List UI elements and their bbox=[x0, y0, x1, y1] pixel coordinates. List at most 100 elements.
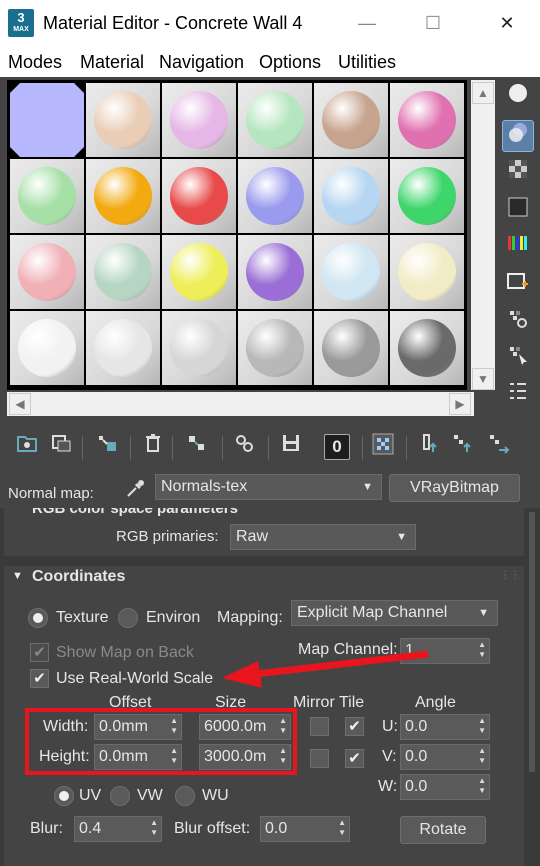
angle-v-spinner[interactable]: 0.0 ▲ ▼ bbox=[400, 744, 490, 770]
angle-w-spinner[interactable]: 0.0 ▲ ▼ bbox=[400, 774, 490, 800]
video-color-check-icon[interactable] bbox=[502, 232, 534, 264]
sample-type-sphere-icon[interactable] bbox=[502, 82, 534, 114]
sample-slot[interactable] bbox=[314, 235, 388, 309]
get-material-icon[interactable] bbox=[12, 432, 42, 462]
close-button[interactable]: ✕ bbox=[492, 8, 522, 38]
make-unique-icon[interactable] bbox=[182, 432, 212, 462]
spinner-arrows-icon[interactable]: ▲ ▼ bbox=[478, 746, 486, 766]
angle-u-spinner[interactable]: 0.0 ▲ ▼ bbox=[400, 714, 490, 740]
spinner-arrows-icon[interactable]: ▲ ▼ bbox=[478, 776, 486, 796]
sample-slot[interactable] bbox=[314, 159, 388, 233]
delete-icon[interactable] bbox=[138, 432, 168, 462]
sample-slot[interactable] bbox=[390, 235, 464, 309]
sample-slot[interactable] bbox=[238, 235, 312, 309]
collapse-arrow-icon[interactable]: ▼ bbox=[12, 570, 26, 584]
menu-options[interactable]: Options bbox=[259, 52, 321, 73]
eyedropper-icon[interactable] bbox=[124, 478, 146, 500]
sample-slot[interactable] bbox=[390, 159, 464, 233]
menu-material[interactable]: Material bbox=[80, 52, 144, 73]
minimize-button[interactable]: — bbox=[352, 8, 382, 38]
sample-slot[interactable] bbox=[86, 235, 160, 309]
width-tile-checkbox[interactable]: ✔ bbox=[345, 717, 364, 736]
height-mirror-checkbox[interactable] bbox=[310, 749, 329, 768]
scroll-left-button[interactable]: ◀ bbox=[9, 393, 31, 415]
sample-slot[interactable] bbox=[10, 235, 84, 309]
go-forward-to-sibling-icon[interactable] bbox=[484, 432, 514, 462]
options-icon[interactable] bbox=[502, 308, 534, 340]
environ-radio[interactable] bbox=[118, 608, 138, 628]
texture-radio[interactable] bbox=[28, 608, 48, 628]
scrollbar-thumb[interactable] bbox=[529, 512, 535, 772]
spinner-arrows-icon[interactable]: ▲ ▼ bbox=[150, 818, 158, 838]
sample-slot[interactable] bbox=[238, 159, 312, 233]
background-checker-icon[interactable] bbox=[502, 158, 534, 190]
sample-slot[interactable] bbox=[10, 311, 84, 385]
coordinates-header[interactable]: Coordinates bbox=[32, 568, 125, 586]
uv-radio[interactable] bbox=[54, 786, 74, 806]
menu-modes[interactable]: Modes bbox=[8, 52, 62, 73]
toolbar-separator bbox=[222, 436, 223, 460]
rollout-header-color-space[interactable]: RGB color space parameters bbox=[32, 508, 238, 517]
menu-utilities[interactable]: Utilities bbox=[338, 52, 396, 73]
assign-to-selection-icon[interactable] bbox=[92, 432, 122, 462]
sample-slot[interactable] bbox=[314, 83, 388, 157]
sample-slot[interactable] bbox=[86, 83, 160, 157]
sample-slot[interactable] bbox=[86, 159, 160, 233]
scroll-up-button[interactable]: ▲ bbox=[472, 82, 494, 104]
map-channel-spinner[interactable]: 1 ▲ ▼ bbox=[400, 638, 490, 664]
go-to-parent-icon[interactable] bbox=[448, 432, 478, 462]
rotate-button[interactable]: Rotate bbox=[400, 816, 486, 844]
material-navigator-icon[interactable] bbox=[502, 380, 534, 412]
sample-slot[interactable] bbox=[390, 83, 464, 157]
spinner-arrows-icon[interactable]: ▲ ▼ bbox=[478, 716, 486, 736]
sample-slot[interactable] bbox=[314, 311, 388, 385]
scroll-down-button[interactable]: ▼ bbox=[472, 368, 494, 390]
menu-navigation[interactable]: Navigation bbox=[159, 52, 244, 73]
sample-slot[interactable] bbox=[162, 159, 236, 233]
map-name-dropdown[interactable]: Normals-tex ▼ bbox=[155, 474, 382, 500]
sample-slot[interactable] bbox=[10, 159, 84, 233]
spinner-arrows-icon[interactable]: ▲ ▼ bbox=[478, 640, 486, 660]
sample-slot[interactable] bbox=[162, 83, 236, 157]
sample-slot[interactable] bbox=[238, 311, 312, 385]
slot-vertical-scrollbar[interactable]: ▲ ▼ bbox=[471, 80, 495, 390]
width-mirror-checkbox[interactable] bbox=[310, 717, 329, 736]
copy-material-icon[interactable] bbox=[230, 432, 260, 462]
wu-radio[interactable] bbox=[175, 786, 195, 806]
select-by-material-icon[interactable] bbox=[502, 344, 534, 376]
show-end-result-icon[interactable] bbox=[414, 432, 444, 462]
map-type-button[interactable]: VRayBitmap bbox=[389, 474, 520, 502]
menu-bar: Modes Material Navigation Options Utilit… bbox=[0, 47, 540, 77]
sample-slot[interactable] bbox=[162, 311, 236, 385]
sample-slot[interactable] bbox=[10, 83, 84, 157]
save-to-library-icon[interactable] bbox=[276, 432, 306, 462]
show-map-on-back-checkbox[interactable]: ✔ bbox=[30, 643, 49, 662]
sample-slot[interactable] bbox=[390, 311, 464, 385]
vw-radio[interactable] bbox=[110, 786, 130, 806]
material-id-channel-button[interactable]: 0 bbox=[324, 434, 350, 460]
sample-slot[interactable] bbox=[86, 311, 160, 385]
sample-uv-tiling-icon[interactable] bbox=[502, 196, 534, 228]
make-preview-icon[interactable] bbox=[502, 270, 534, 302]
show-map-in-viewport-icon[interactable] bbox=[368, 432, 398, 462]
rgb-primaries-dropdown[interactable]: Raw ▼ bbox=[230, 524, 416, 550]
slot-horizontal-scrollbar[interactable]: ◀ ▶ bbox=[7, 392, 474, 416]
material-sphere bbox=[246, 91, 304, 149]
environ-label: Environ bbox=[146, 609, 201, 626]
put-to-scene-icon[interactable] bbox=[46, 432, 76, 462]
height-tile-checkbox[interactable]: ✔ bbox=[345, 749, 364, 768]
use-real-world-scale-checkbox[interactable]: ✔ bbox=[30, 669, 49, 688]
sample-slot[interactable] bbox=[238, 83, 312, 157]
mapping-dropdown[interactable]: Explicit Map Channel ▼ bbox=[291, 600, 498, 626]
scroll-right-button[interactable]: ▶ bbox=[449, 393, 471, 415]
material-sphere bbox=[322, 243, 380, 301]
blur-offset-spinner[interactable]: 0.0 ▲ ▼ bbox=[260, 816, 350, 842]
rollout-grip-icon[interactable]: ⋮⋮ bbox=[500, 570, 520, 582]
maximize-button[interactable]: ☐ bbox=[418, 8, 448, 38]
blur-spinner[interactable]: 0.4 ▲ ▼ bbox=[74, 816, 162, 842]
parameters-scrollbar[interactable] bbox=[527, 512, 537, 862]
sample-slot[interactable] bbox=[162, 235, 236, 309]
map-name-value: Normals-tex bbox=[161, 478, 248, 495]
spinner-arrows-icon[interactable]: ▲ ▼ bbox=[338, 818, 346, 838]
backlight-icon[interactable] bbox=[502, 120, 534, 152]
